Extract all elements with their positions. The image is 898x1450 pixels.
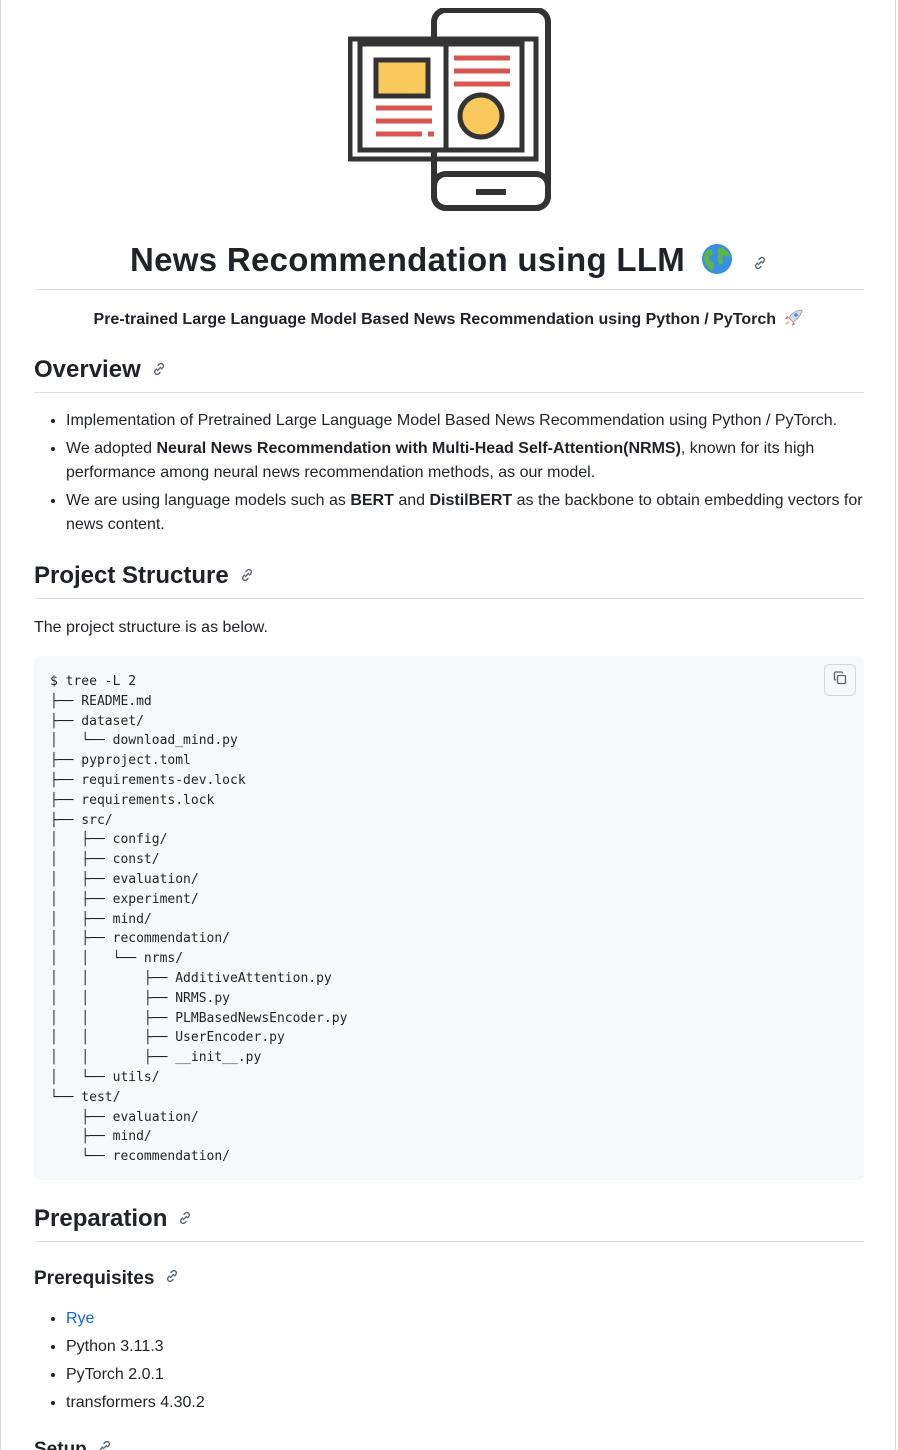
list-item-bold: DistilBERT (429, 492, 513, 509)
rocket-icon (782, 308, 804, 328)
list-item-text: and (393, 492, 430, 509)
globe-icon (701, 242, 733, 274)
list-item: PyTorch 2.0.1 (66, 1363, 895, 1387)
list-item: Implementation of Pretrained Large Langu… (66, 409, 895, 433)
overview-anchor-link-icon[interactable] (151, 353, 167, 376)
list-item-bold: Neural News Recommendation with Multi-He… (156, 440, 681, 457)
code-block[interactable]: $ tree -L 2 ├── README.md ├── dataset/ │… (34, 656, 864, 1180)
preparation-anchor-link-icon[interactable] (177, 1202, 193, 1225)
page-title: News Recommendation using LLM (34, 238, 864, 290)
prerequisites-heading-text: Prerequisites (34, 1268, 155, 1289)
list-item-text: We are using language models such as (66, 492, 351, 509)
prerequisites-anchor-link-icon[interactable] (164, 1265, 180, 1283)
tree-output: $ tree -L 2 ├── README.md ├── dataset/ │… (50, 674, 348, 1165)
prerequisites-heading: Prerequisites (34, 1265, 864, 1293)
readme-frame: News Recommendation using LLM Pre-traine… (0, 0, 896, 1450)
list-item-text: We adopted (66, 440, 157, 457)
list-item: Python 3.11.3 (66, 1335, 895, 1359)
list-item: We adopted Neural News Recommendation wi… (66, 437, 895, 485)
list-item: Rye (66, 1307, 895, 1331)
setup-heading: Setup (34, 1436, 864, 1450)
project-structure-anchor-link-icon[interactable] (239, 559, 255, 582)
overview-heading-text: Overview (34, 356, 141, 383)
page-subtitle-text: Pre-trained Large Language Model Based N… (93, 311, 777, 328)
overview-list: Implementation of Pretrained Large Langu… (34, 409, 895, 541)
setup-anchor-link-icon[interactable] (97, 1436, 113, 1450)
list-item-text: Implementation of Pretrained Large Langu… (66, 412, 838, 429)
title-anchor-link-icon[interactable] (752, 238, 768, 270)
project-structure-intro: The project structure is as below. (34, 619, 268, 636)
page-title-text: News Recommendation using LLM (129, 241, 686, 278)
list-item-bold: BERT (350, 492, 394, 509)
setup-heading-text: Setup (34, 1439, 87, 1450)
copy-button[interactable] (824, 664, 856, 696)
project-structure-heading-text: Project Structure (34, 562, 229, 589)
list-item: We are using language models such as BER… (66, 489, 895, 537)
news-tablet-logo (347, 7, 552, 212)
project-structure-heading: Project Structure (34, 559, 864, 599)
prerequisites-list: Rye Python 3.11.3 PyTorch 2.0.1 transfor… (34, 1307, 895, 1419)
preparation-heading-text: Preparation (34, 1205, 168, 1232)
page-subtitle: Pre-trained Large Language Model Based N… (34, 308, 864, 332)
preparation-heading: Preparation (34, 1202, 864, 1242)
copy-icon (832, 670, 848, 691)
overview-heading: Overview (34, 353, 864, 393)
rye-link[interactable]: Rye (66, 1310, 94, 1327)
list-item: transformers 4.30.2 (66, 1391, 895, 1415)
